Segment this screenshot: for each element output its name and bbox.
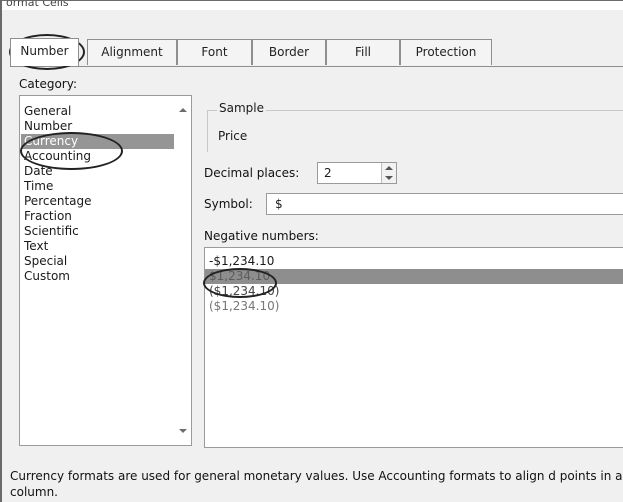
sample-legend: Sample [217,101,266,115]
tab-protection[interactable]: Protection [400,39,492,65]
scroll-down-icon[interactable] [179,429,187,433]
symbol-label: Symbol: [204,197,253,211]
category-item-time[interactable]: Time [24,179,174,194]
category-item-currency[interactable]: Currency [21,134,174,149]
format-description: Currency formats are used for general mo… [10,469,623,499]
symbol-select[interactable]: $ [266,193,623,215]
category-label-text: Category: [19,77,77,91]
category-item-number[interactable]: Number [24,119,174,134]
category-list[interactable]: General Number Currency Accounting Date … [19,95,192,446]
spin-up-icon[interactable] [385,166,393,170]
symbol-value: $ [275,197,283,211]
category-label: Category: [19,77,77,91]
category-item-fraction[interactable]: Fraction [24,209,174,224]
category-scrollbar[interactable] [174,96,191,445]
category-item-scientific[interactable]: Scientific [24,224,174,239]
sample-group [207,110,623,152]
negative-format-item[interactable]: ($1,234.10) [209,299,623,314]
sample-value: Price [218,129,248,143]
category-item-general[interactable]: General [24,104,174,119]
category-item-accounting[interactable]: Accounting [24,149,174,164]
tab-border[interactable]: Border [252,39,326,65]
decimal-places-stepper[interactable]: 2 [317,162,397,184]
negative-format-item-selected[interactable]: $1,234.10 [205,269,623,284]
decimal-places-label: Decimal places: [204,166,300,180]
scroll-up-icon[interactable] [179,108,187,112]
format-cells-dialog: ormat Cells Number Alignment Font Border… [0,0,623,502]
dialog-title: ormat Cells [2,1,623,10]
negative-format-item[interactable]: ($1,234.10) [209,284,623,299]
category-item-date[interactable]: Date [24,164,174,179]
category-item-text[interactable]: Text [24,239,174,254]
negative-numbers-label: Negative numbers: [204,229,319,243]
tab-body-border [10,66,623,67]
tab-number[interactable]: Number [10,38,79,66]
spin-down-icon[interactable] [385,176,393,180]
decimal-places-value: 2 [324,166,332,180]
tab-font[interactable]: Font [177,39,252,65]
tab-fill[interactable]: Fill [326,39,400,65]
negative-format-item[interactable]: -$1,234.10 [209,254,623,269]
negative-numbers-list[interactable]: -$1,234.10 $1,234.10 ($1,234.10) ($1,234… [204,247,623,448]
category-item-custom[interactable]: Custom [24,269,174,284]
spin-buttons[interactable] [381,163,396,183]
tab-alignment[interactable]: Alignment [87,39,177,65]
category-item-special[interactable]: Special [24,254,174,269]
category-item-percentage[interactable]: Percentage [24,194,174,209]
tab-strip: Number Alignment Font Border Fill Protec… [10,38,620,66]
